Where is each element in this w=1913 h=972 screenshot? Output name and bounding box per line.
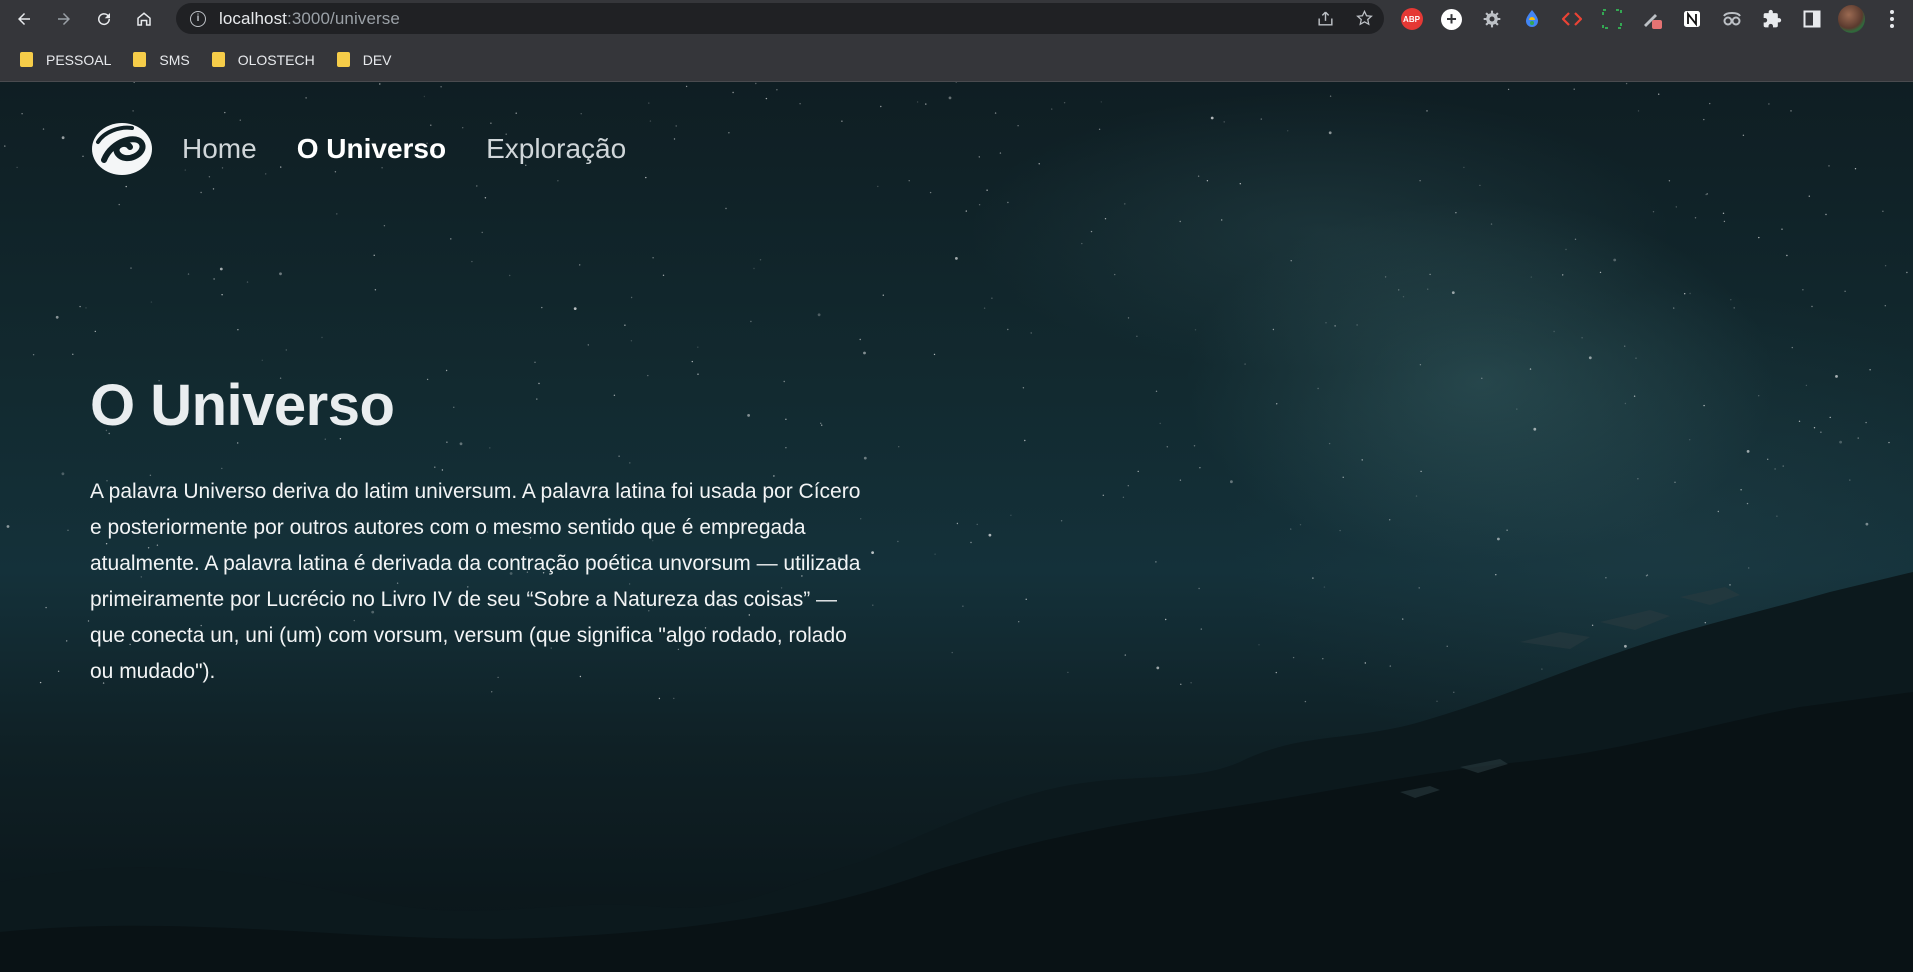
- bookmark-label: PESSOAL: [46, 51, 112, 68]
- reload-icon: [98, 13, 111, 26]
- star-bookmark-icon[interactable]: [1355, 9, 1374, 28]
- folder-icon: [211, 52, 225, 67]
- spy-glasses-icon[interactable]: [1718, 6, 1745, 32]
- screen-capture-icon[interactable]: [1598, 6, 1625, 32]
- bookmark-label: SMS: [159, 51, 190, 68]
- nav-link-o-universo[interactable]: O Universo: [297, 133, 446, 165]
- page-description: A palavra Universo deriva do latim unive…: [90, 480, 861, 683]
- puzzle-icon[interactable]: [1758, 6, 1785, 32]
- page-viewport: Home O Universo Exploração O Universo A …: [0, 82, 1913, 972]
- nav-link-home[interactable]: Home: [182, 133, 257, 165]
- browser-toolbar: i localhost:3000/universe ABP +: [0, 0, 1913, 38]
- notion-icon[interactable]: [1678, 6, 1705, 32]
- arrow-right-icon: [58, 13, 70, 25]
- arrow-left-icon: [18, 13, 30, 25]
- extensions-bar: ABP +: [1398, 5, 1905, 33]
- site-navigation: Home O Universo Exploração: [90, 120, 666, 178]
- bookmark-folder-dev[interactable]: DEV: [336, 51, 392, 68]
- nav-link-exploracao[interactable]: Exploração: [486, 133, 626, 165]
- forward-button[interactable]: [48, 3, 80, 35]
- home-icon: [137, 12, 151, 26]
- menu-icon[interactable]: [1878, 6, 1905, 32]
- address-bar[interactable]: i localhost:3000/universe: [176, 3, 1384, 34]
- folder-icon: [20, 52, 33, 67]
- share-icon[interactable]: [1316, 9, 1335, 28]
- bookmark-label: DEV: [362, 51, 392, 68]
- bookmarks-bar: PESSOAL SMS OLOSTECH DEV: [0, 38, 1913, 82]
- code-brackets-icon[interactable]: [1558, 6, 1585, 32]
- bookmark-label: OLOSTECH: [237, 51, 315, 68]
- gear-icon[interactable]: [1478, 6, 1505, 32]
- spiral-logo-icon[interactable]: [90, 120, 154, 178]
- url-text: localhost:3000/universe: [219, 8, 400, 28]
- abp-icon[interactable]: ABP: [1398, 6, 1425, 32]
- site-info-icon[interactable]: i: [190, 10, 206, 27]
- reload-button[interactable]: [88, 3, 120, 35]
- eyedropper-icon[interactable]: [1638, 6, 1665, 32]
- home-button[interactable]: [128, 3, 160, 35]
- bookmark-folder-olostech[interactable]: OLOSTECH: [211, 51, 315, 68]
- bookmark-folder-pessoal[interactable]: PESSOAL: [20, 52, 111, 68]
- folder-icon: [133, 52, 147, 67]
- back-button[interactable]: [8, 3, 40, 35]
- page-title: O Universo: [90, 373, 395, 438]
- profile-avatar[interactable]: [1838, 5, 1865, 33]
- side-panel-icon[interactable]: [1798, 6, 1825, 32]
- bookmark-folder-sms[interactable]: SMS: [133, 51, 190, 68]
- folder-icon: [336, 52, 350, 67]
- add-icon[interactable]: +: [1438, 6, 1465, 32]
- colorful-drop-icon[interactable]: [1518, 6, 1545, 32]
